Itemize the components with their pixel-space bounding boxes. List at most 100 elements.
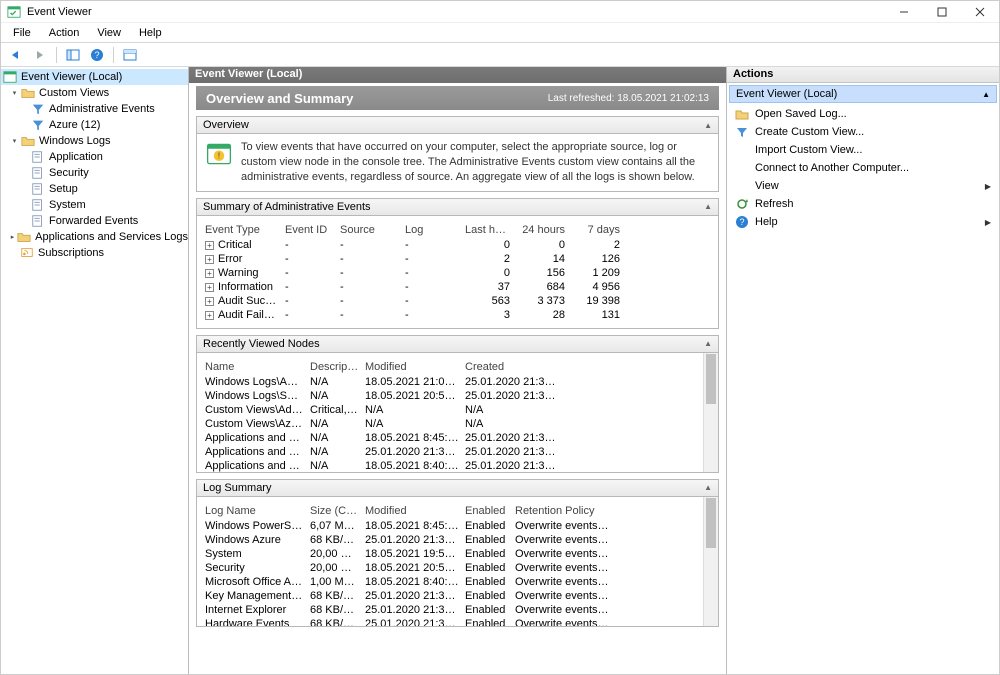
show-tree-button[interactable] [62,45,84,65]
column-header[interactable]: Name [205,361,310,373]
help-button[interactable]: ? [86,45,108,65]
recent-row[interactable]: Windows Logs\ApplicationN/A18.05.2021 21… [205,375,694,389]
column-header[interactable]: Last hour [465,224,520,236]
recent-row[interactable]: Applications and Services ...N/A18.05.20… [205,459,694,473]
action-item[interactable]: Create Custom View... [731,123,995,141]
tree-azure[interactable]: Azure (12) [1,117,188,133]
expand-icon[interactable]: + [205,241,214,250]
tree-apps-logs[interactable]: ▸ Applications and Services Logs [1,229,188,245]
tree-pane[interactable]: Event Viewer (Local) ▾ Custom Views Admi… [1,67,189,674]
expand-icon[interactable]: + [205,311,214,320]
summary-row[interactable]: +Critical---002 [205,238,710,252]
log-row[interactable]: Key Management Service68 KB/20 ...25.01.… [205,589,694,603]
center-pane: Event Viewer (Local) Overview and Summar… [189,67,727,674]
forward-button[interactable] [29,45,51,65]
recent-row[interactable]: Custom Views\Azure (12)N/AN/AN/A [205,417,694,431]
column-header[interactable]: Log Name [205,505,310,517]
column-header[interactable]: Event ID [285,224,340,236]
log-icon [31,198,45,212]
log-row[interactable]: Security20,00 MB/...18.05.2021 20:55:27E… [205,561,694,575]
recent-row[interactable]: Windows Logs\SecurityN/A18.05.2021 20:55… [205,389,694,403]
svg-text:!: ! [218,151,220,160]
column-header[interactable]: Modified [365,505,465,517]
tree-root[interactable]: Event Viewer (Local) [1,69,188,85]
blank-icon [735,161,749,175]
expand-icon[interactable]: + [205,283,214,292]
column-header[interactable]: Event Type [205,224,285,236]
section-log-head[interactable]: Log Summary ▲ [196,479,719,497]
section-summary-head[interactable]: Summary of Administrative Events ▲ [196,198,719,216]
close-button[interactable] [961,1,999,23]
section-recently-head[interactable]: Recently Viewed Nodes ▲ [196,335,719,353]
tree-custom-views[interactable]: ▾ Custom Views [1,85,188,101]
column-header[interactable]: Created [465,361,565,373]
summary-row[interactable]: +Audit Success---5633 37319 398 [205,294,710,308]
action-item[interactable]: Open Saved Log... [731,105,995,123]
column-header[interactable]: Size (Curre... [310,505,365,517]
tree-windows-logs[interactable]: ▾ Windows Logs [1,133,188,149]
recent-row[interactable]: Applications and Services ...N/A18.05.20… [205,431,694,445]
action-label: View [755,180,779,192]
column-header[interactable]: Retention Policy [515,505,615,517]
summary-row[interactable]: +Warning---01561 209 [205,266,710,280]
column-header[interactable]: 24 hours [520,224,575,236]
menu-action[interactable]: Action [41,25,88,41]
expand-icon[interactable]: + [205,255,214,264]
tree-admin-events[interactable]: Administrative Events [1,101,188,117]
column-header[interactable]: Modified [365,361,465,373]
actions-selected-header[interactable]: Event Viewer (Local) ▲ [729,85,997,103]
recent-row[interactable]: Custom Views\Administra...Critical, Err.… [205,403,694,417]
tree-subscriptions[interactable]: Subscriptions [1,245,188,261]
tree-security[interactable]: Security [1,165,188,181]
tree-system[interactable]: System [1,197,188,213]
tree-forwarded[interactable]: Forwarded Events [1,213,188,229]
back-button[interactable] [5,45,27,65]
collapse-icon[interactable]: ▾ [9,136,20,147]
minimize-button[interactable] [885,1,923,23]
collapse-icon[interactable]: ▾ [9,88,20,99]
tree-label: Subscriptions [38,247,104,259]
log-row[interactable]: Hardware Events68 KB/20 ...25.01.2020 21… [205,617,694,627]
summary-row[interactable]: +Audit Failure---328131 [205,308,710,322]
column-header[interactable]: Source [340,224,405,236]
log-row[interactable]: System20,00 MB/...18.05.2021 19:59:57Ena… [205,547,694,561]
section-recently-body: NameDescriptionModifiedCreated Windows Lo… [196,353,719,473]
column-header[interactable]: Enabled [465,505,515,517]
action-item[interactable]: Connect to Another Computer... [731,159,995,177]
action-label: Import Custom View... [755,144,862,156]
column-header[interactable]: Log [405,224,465,236]
log-row[interactable]: Microsoft Office Alerts1,00 MB/1...18.05… [205,575,694,589]
maximize-button[interactable] [923,1,961,23]
action-item[interactable]: ?Help▶ [731,213,995,231]
log-icon [31,166,45,180]
log-row[interactable]: Windows PowerShell6,07 MB/1...18.05.2021… [205,519,694,533]
tree-application[interactable]: Application [1,149,188,165]
tree-label: Custom Views [39,87,109,99]
summary-row[interactable]: +Information---376844 956 [205,280,710,294]
actions-pane: Actions Event Viewer (Local) ▲ Open Save… [727,67,999,674]
action-item[interactable]: Refresh [731,195,995,213]
action-item[interactable]: Import Custom View... [731,141,995,159]
scrollbar[interactable] [703,497,718,626]
tree-label: System [49,199,86,211]
menu-view[interactable]: View [89,25,129,41]
scrollbar[interactable] [703,353,718,472]
expand-icon[interactable]: + [205,269,214,278]
recent-row[interactable]: Applications and Services ...N/A25.01.20… [205,445,694,459]
column-header[interactable]: Description [310,361,365,373]
expand-icon[interactable]: ▸ [9,232,16,243]
window-title: Event Viewer [27,6,885,18]
log-row[interactable]: Internet Explorer68 KB/1,00...25.01.2020… [205,603,694,617]
action-item[interactable]: View▶ [731,177,995,195]
expand-icon[interactable]: + [205,297,214,306]
tree-setup[interactable]: Setup [1,181,188,197]
log-row[interactable]: Windows Azure68 KB/1,00...25.01.2020 21:… [205,533,694,547]
column-header[interactable]: 7 days [575,224,630,236]
actions-selected-label: Event Viewer (Local) [736,88,837,100]
menu-file[interactable]: File [5,25,39,41]
menu-help[interactable]: Help [131,25,170,41]
summary-row[interactable]: +Error---214126 [205,252,710,266]
properties-button[interactable] [119,45,141,65]
section-overview-head[interactable]: Overview ▲ [196,116,719,134]
open-icon [735,107,749,121]
